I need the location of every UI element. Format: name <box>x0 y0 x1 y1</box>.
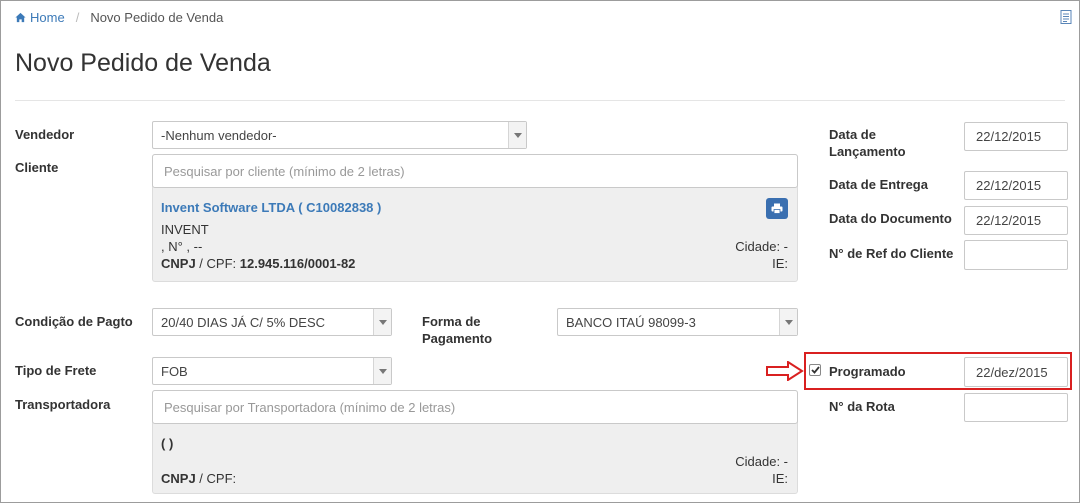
cnpj-value: 12.945.116/0001-82 <box>239 256 356 271</box>
chevron-down-icon <box>508 122 526 148</box>
cliente-label: Cliente <box>15 160 59 175</box>
cpf-label: / CPF: <box>195 471 237 486</box>
chevron-down-icon <box>373 358 391 384</box>
check-icon <box>810 366 820 374</box>
rota-label: N° da Rota <box>829 399 895 414</box>
page-title: Novo Pedido de Venda <box>15 49 271 77</box>
chevron-down-icon <box>779 309 797 335</box>
vendedor-label: Vendedor <box>15 127 75 142</box>
transportadora-cidade: Cidade: - <box>735 454 788 469</box>
tipo-frete-label: Tipo de Frete <box>15 363 97 378</box>
forma-pagamento-value: BANCO ITAÚ 98099-3 <box>566 314 696 330</box>
breadcrumb-home-label: Home <box>30 10 65 25</box>
data-lancamento-label: Data de Lançamento <box>829 126 906 160</box>
home-icon <box>15 12 26 23</box>
breadcrumb: Home / Novo Pedido de Venda <box>15 10 223 25</box>
forma-pagamento-label: Forma de Pagamento <box>422 313 492 347</box>
data-entrega-value: 22/12/2015 <box>976 178 1042 193</box>
print-button[interactable] <box>766 198 788 219</box>
forma-pagamento-label-line1: Forma de <box>422 314 481 329</box>
cliente-fantasia: INVENT <box>161 222 209 237</box>
cliente-panel: Pesquisar por cliente (mínimo de 2 letra… <box>152 154 798 282</box>
cliente-cidade: Cidade: - <box>735 239 788 254</box>
data-documento-input[interactable]: 22/12/2015 <box>964 206 1068 235</box>
condicao-pagto-label: Condição de Pagto <box>15 314 133 329</box>
report-icon[interactable] <box>1060 10 1072 24</box>
breadcrumb-current: Novo Pedido de Venda <box>90 10 224 25</box>
transportadora-search-input[interactable]: Pesquisar por Transportadora (mínimo de … <box>152 390 798 424</box>
cpf-label: / CPF: <box>195 256 240 271</box>
print-icon <box>771 203 783 214</box>
programado-checkbox[interactable] <box>809 364 821 376</box>
data-entrega-label: Data de Entrega <box>829 177 928 192</box>
vendedor-select[interactable]: -Nenhum vendedor- <box>152 121 527 149</box>
cnpj-label: CNPJ <box>161 471 196 486</box>
cliente-ie: IE: <box>772 256 788 271</box>
transportadora-cnpj: CNPJ / CPF: <box>161 470 236 487</box>
programado-date-input[interactable]: 22/dez/2015 <box>964 357 1068 387</box>
cliente-cnpj: CNPJ / CPF: 12.945.116/0001-82 <box>161 255 355 272</box>
cliente-address: , N° , -- <box>161 239 203 254</box>
programado-label: Programado <box>829 364 906 379</box>
forma-pagamento-select[interactable]: BANCO ITAÚ 98099-3 <box>557 308 798 336</box>
arrow-right-icon <box>766 361 804 381</box>
breadcrumb-home-link[interactable]: Home <box>15 10 65 25</box>
data-lancamento-input[interactable]: 22/12/2015 <box>964 122 1068 151</box>
condicao-pagto-value: 20/40 DIAS JÁ C/ 5% DESC <box>161 314 326 330</box>
ref-cliente-input[interactable] <box>964 240 1068 270</box>
breadcrumb-separator: / <box>75 10 80 25</box>
tipo-frete-select[interactable]: FOB <box>152 357 392 385</box>
transportadora-ie: IE: <box>772 471 788 486</box>
data-entrega-input[interactable]: 22/12/2015 <box>964 171 1068 200</box>
cliente-search-input[interactable]: Pesquisar por cliente (mínimo de 2 letra… <box>152 154 798 188</box>
data-documento-label: Data do Documento <box>829 211 952 226</box>
data-lancamento-label-line1: Data de <box>829 127 876 142</box>
rota-input[interactable] <box>964 393 1068 422</box>
programado-value: 22/dez/2015 <box>976 364 1048 380</box>
vendedor-value: -Nenhum vendedor- <box>161 127 277 143</box>
tipo-frete-value: FOB <box>161 363 188 379</box>
chevron-down-icon <box>373 309 391 335</box>
data-documento-value: 22/12/2015 <box>976 213 1042 228</box>
transportadora-panel: Pesquisar por Transportadora (mínimo de … <box>152 390 798 494</box>
condicao-pagto-select[interactable]: 20/40 DIAS JÁ C/ 5% DESC <box>152 308 392 336</box>
data-lancamento-value: 22/12/2015 <box>976 129 1042 144</box>
forma-pagamento-label-line2: Pagamento <box>422 331 493 346</box>
cliente-name-link[interactable]: Invent Software LTDA ( C10082838 ) <box>161 200 381 215</box>
ref-cliente-label: N° de Ref do Cliente <box>829 246 954 261</box>
cnpj-label: CNPJ <box>161 256 196 271</box>
transportadora-name: ( ) <box>161 436 174 451</box>
data-lancamento-label-line2: Lançamento <box>829 144 906 159</box>
cliente-search-placeholder: Pesquisar por cliente (mínimo de 2 letra… <box>164 163 405 179</box>
title-divider <box>15 100 1065 101</box>
transportadora-label: Transportadora <box>15 397 111 412</box>
transportadora-search-placeholder: Pesquisar por Transportadora (mínimo de … <box>164 399 456 415</box>
